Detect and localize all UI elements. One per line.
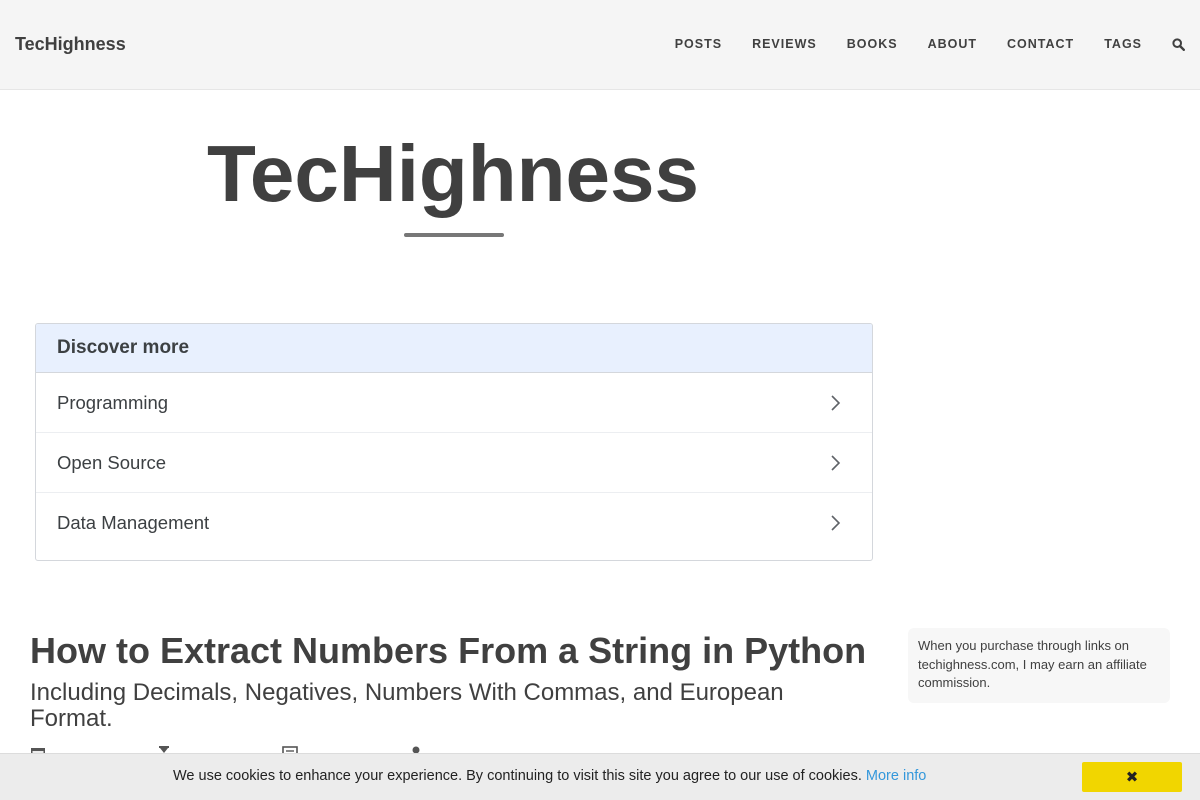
post-subtitle: Including Decimals, Negatives, Numbers W… [30,679,784,732]
chevron-right-icon [831,394,841,411]
cookie-more-info-link[interactable]: More info [866,768,926,784]
hero-title: TecHighness [207,129,699,218]
affiliate-disclosure: When you purchase through links on techi… [908,628,1170,703]
discover-more-panel: Discover more Programming Open Source Da… [35,323,873,561]
nav-tags[interactable]: TAGS [1104,37,1142,51]
site-header: TecHighness POSTS REVIEWS BOOKS ABOUT CO… [0,0,1200,90]
nav-contact[interactable]: CONTACT [1007,37,1074,51]
cookie-message-wrap: We use cookies to enhance your experienc… [173,768,926,784]
main-nav: POSTS REVIEWS BOOKS ABOUT CONTACT TAGS [645,37,1186,51]
search-icon[interactable] [1172,37,1186,51]
chevron-right-icon [831,515,841,531]
nav-books[interactable]: BOOKS [847,37,898,51]
post-title: How to Extract Numbers From a String in … [30,630,867,671]
chevron-right-icon [831,454,841,471]
discover-item-label: Data Management [57,512,210,533]
discover-item-open-source[interactable]: Open Source [36,433,872,493]
nav-reviews[interactable]: REVIEWS [752,37,817,51]
nav-about[interactable]: ABOUT [928,37,977,51]
cookie-message: We use cookies to enhance your experienc… [173,768,862,784]
discover-item-programming[interactable]: Programming [36,373,872,433]
site-brand-link[interactable]: TecHighness [15,34,126,55]
discover-item-label: Programming [57,391,169,413]
hero-divider [404,233,504,237]
discover-item-data-management[interactable]: Data Management [36,493,872,553]
nav-posts[interactable]: POSTS [675,37,722,51]
discover-heading: Discover more [36,324,872,373]
discover-item-label: Open Source [57,451,167,473]
cookie-banner: We use cookies to enhance your experienc… [0,753,1200,800]
cookie-dismiss-button[interactable]: ✖ [1082,762,1182,792]
